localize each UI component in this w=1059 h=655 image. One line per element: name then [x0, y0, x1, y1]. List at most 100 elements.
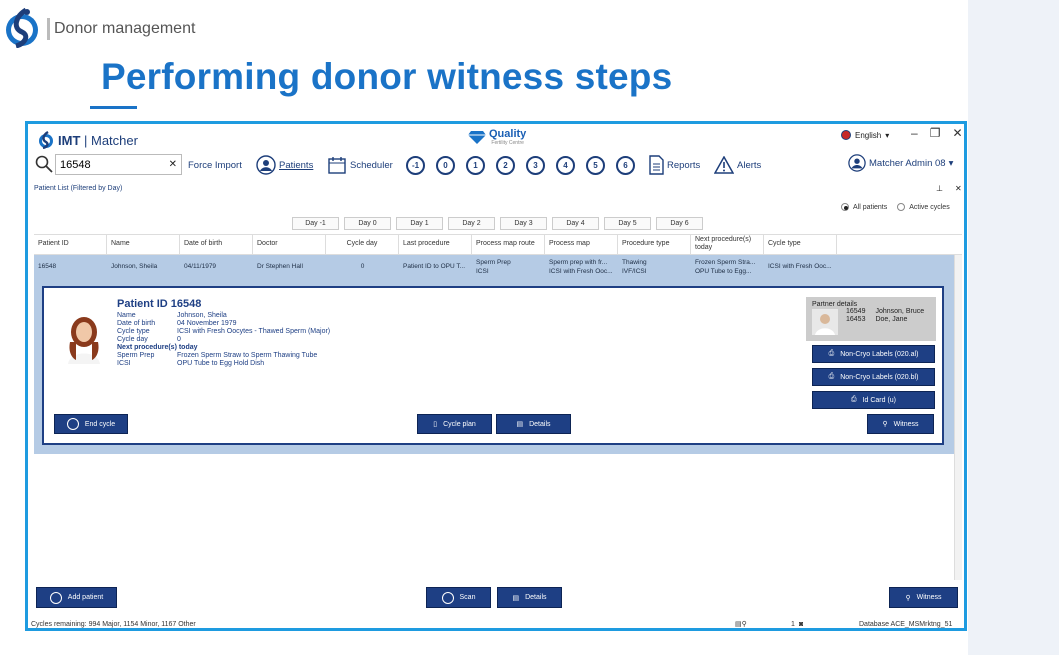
column-header[interactable]: Cycle type: [764, 235, 837, 254]
table-row[interactable]: 16548 Johnson, Sheila 04/11/1979 Dr Step…: [34, 255, 956, 278]
day-tab[interactable]: Day -1: [292, 217, 339, 230]
cell-last-procedure: Patient ID to OPU T...: [403, 263, 466, 270]
user-icon: [848, 154, 866, 172]
close-icon[interactable]: ✕: [952, 126, 962, 140]
cell-next: Frozen Sperm Stra... OPU Tube to Egg...: [691, 255, 764, 278]
details-icon: ▤: [516, 421, 524, 428]
filter-radios: All patients Active cycles: [841, 203, 950, 211]
footer-details-button[interactable]: ▤ Details: [497, 587, 562, 608]
day-3-button[interactable]: 3: [526, 156, 545, 175]
clear-search-icon[interactable]: ✕: [169, 159, 177, 170]
field-key: Date of birth: [117, 320, 156, 327]
day-2-button[interactable]: 2: [496, 156, 515, 175]
button-label: Non-Cryo Labels (020.bl): [840, 373, 919, 381]
non-cryo-labels-b-button[interactable]: ⎙ Non-Cryo Labels (020.bl): [812, 368, 935, 386]
map-line: Sperm prep with fr...: [549, 259, 608, 266]
active-cycles-radio[interactable]: Active cycles: [897, 203, 950, 211]
pin-icon[interactable]: ⊥: [936, 184, 943, 193]
day-tab[interactable]: Day 2: [448, 217, 495, 230]
day-5-button[interactable]: 5: [586, 156, 605, 175]
patient-detail-panel: Patient ID 16548 Name Johnson, Sheila Dat…: [42, 286, 944, 445]
day-4-button[interactable]: 4: [556, 156, 575, 175]
patient-search: ✕: [55, 154, 182, 175]
column-header[interactable]: Patient ID: [34, 235, 107, 254]
day-6-button[interactable]: 6: [616, 156, 635, 175]
cell-doctor: Dr Stephen Hall: [257, 263, 303, 270]
scan-button[interactable]: Scan: [426, 587, 491, 608]
reports-button[interactable]: Reports: [648, 154, 700, 176]
day-tab[interactable]: Day 5: [604, 217, 651, 230]
column-header[interactable]: Next procedure(s) today: [691, 235, 764, 254]
column-header[interactable]: Process map route: [472, 235, 545, 254]
partner-details: Partner details 16549 Johnson, Bruce 1645…: [806, 297, 936, 341]
app-window: IMT | Matcher Quality Fertility Centre En…: [25, 121, 967, 631]
user-menu[interactable]: Matcher Admin 08 ▾: [848, 154, 953, 172]
day-tab[interactable]: Day 1: [396, 217, 443, 230]
id-card-button[interactable]: ⎙ Id Card (u): [812, 391, 935, 409]
button-label: Details: [529, 420, 551, 428]
button-label: Witness: [893, 420, 919, 428]
partner-name: Johnson, Bruce: [875, 308, 925, 315]
day-0-button[interactable]: 0: [436, 156, 455, 175]
magnifier-icon: ⚲: [882, 421, 888, 428]
type-line: Thawing: [622, 259, 647, 266]
witness-button[interactable]: ⚲ Witness: [867, 414, 934, 434]
column-header[interactable]: Process map: [545, 235, 618, 254]
add-patient-button[interactable]: Add patient: [36, 587, 117, 608]
patients-button[interactable]: Patients: [256, 154, 313, 176]
force-import-label: Force Import: [188, 159, 242, 171]
details-button[interactable]: ▤ Details: [496, 414, 571, 434]
column-header[interactable]: Date of birth: [180, 235, 253, 254]
day-tab[interactable]: Day 3: [500, 217, 547, 230]
force-import-button[interactable]: Force Import: [188, 154, 242, 176]
alerts-label: Alerts: [737, 159, 762, 171]
map-line: ICSI with Fresh Ooc...: [549, 268, 613, 275]
column-header[interactable]: Last procedure: [399, 235, 472, 254]
brand-name: Matcher: [91, 132, 138, 148]
partner-name: Doe, Jane: [875, 316, 908, 323]
scheduler-label: Scheduler: [350, 159, 393, 171]
close-list-icon[interactable]: ✕: [955, 184, 962, 193]
day-tab[interactable]: Day 0: [344, 217, 391, 230]
cycle-plan-button[interactable]: ▯ Cycle plan: [417, 414, 492, 434]
button-label: Scan: [459, 594, 476, 601]
day-minus1-button[interactable]: -1: [406, 156, 425, 175]
column-header[interactable]: Procedure type: [618, 235, 691, 254]
field-value: OPU Tube to Egg Hold Dish: [177, 360, 265, 367]
footer-witness-button[interactable]: ⚲ Witness: [889, 587, 958, 608]
minimize-icon[interactable]: –: [911, 126, 918, 140]
brand-bold: IMT: [58, 132, 81, 148]
column-header[interactable]: Name: [107, 235, 180, 254]
day-1-button[interactable]: 1: [466, 156, 485, 175]
list-title: Patient List (Filtered by Day): [34, 185, 123, 192]
plus-icon: [49, 591, 62, 604]
app-header: IMT | Matcher Quality Fertility Centre En…: [28, 124, 964, 182]
detail-fields: Name Johnson, Sheila Date of birth 04 Nove…: [117, 312, 330, 368]
language-selector[interactable]: English ▾: [841, 130, 889, 140]
next-line: Frozen Sperm Stra...: [695, 259, 756, 266]
day-tab[interactable]: Day 6: [656, 217, 703, 230]
non-cryo-labels-a-button[interactable]: ⎙ Non-Cryo Labels (020.al): [812, 345, 935, 363]
button-label: Witness: [916, 594, 942, 601]
field-value: Frozen Sperm Straw to Sperm Thawing Tube: [177, 352, 318, 359]
cell-name: Johnson, Sheila: [111, 263, 158, 270]
button-label: End cycle: [84, 420, 116, 428]
cell-map: Sperm prep with fr... ICSI with Fresh Ooc…: [545, 255, 618, 278]
user-name: Matcher Admin 08: [869, 157, 946, 169]
reports-label: Reports: [667, 159, 701, 171]
vertical-scrollbar[interactable]: [954, 255, 962, 580]
column-header[interactable]: Cycle day: [326, 235, 399, 254]
all-patients-radio[interactable]: All patients: [841, 203, 887, 211]
maximize-icon[interactable]: ❐: [930, 126, 941, 140]
scheduler-button[interactable]: Scheduler: [327, 154, 393, 176]
partner-id: 16549: [846, 308, 866, 315]
field-value: Johnson, Sheila: [177, 312, 227, 319]
end-cycle-button[interactable]: End cycle: [54, 414, 128, 434]
cell-proc-type: Thawing IVF/ICSI: [618, 255, 691, 278]
company-logo-icon: [6, 7, 38, 48]
column-header[interactable]: Doctor: [253, 235, 326, 254]
day-tab[interactable]: Day 4: [552, 217, 599, 230]
search-input[interactable]: [60, 158, 160, 171]
flag-icon: [841, 130, 851, 140]
alerts-button[interactable]: Alerts: [714, 154, 761, 176]
